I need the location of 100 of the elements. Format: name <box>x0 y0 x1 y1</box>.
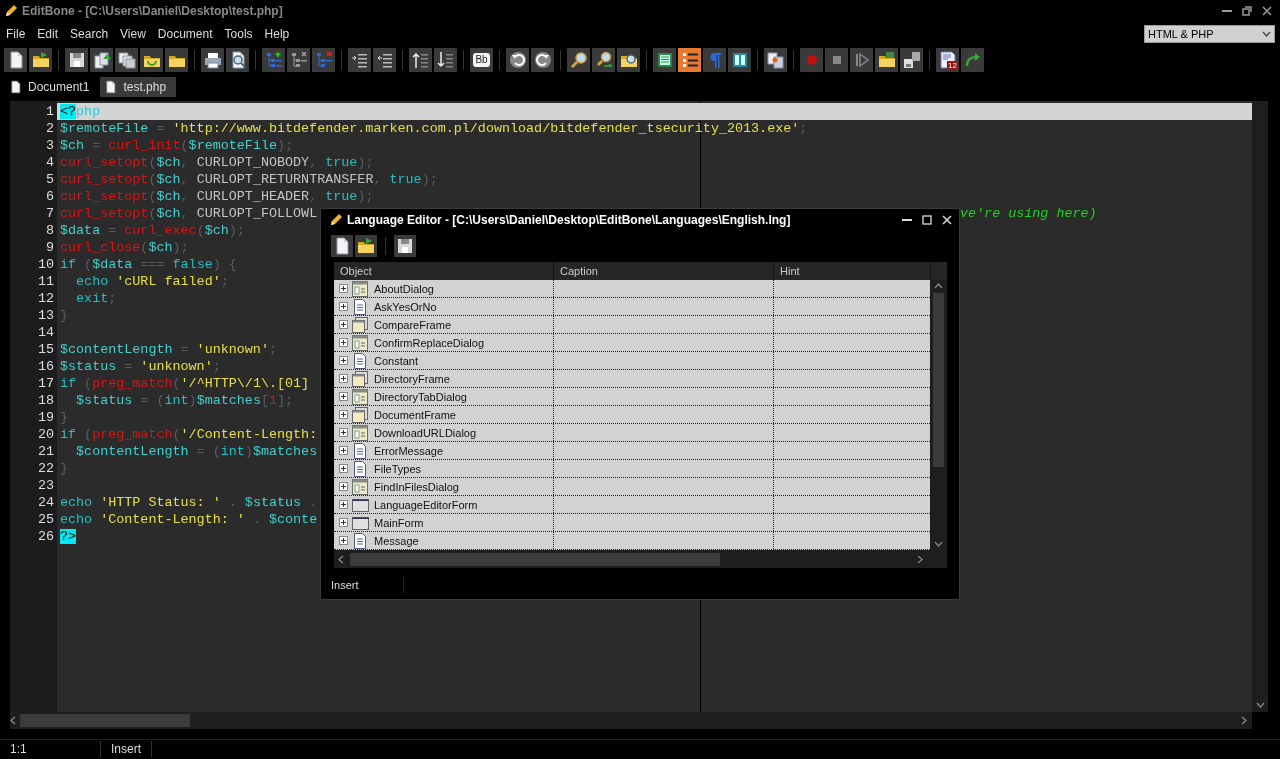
scroll-down-icon <box>933 541 943 547</box>
outdent-icon <box>375 51 394 69</box>
line-number: 16 <box>36 358 54 375</box>
dialog-window-icon <box>351 333 369 352</box>
toolbar-button[interactable] <box>875 48 898 72</box>
toolbar-button[interactable] <box>65 48 88 72</box>
toolbar-button[interactable]: Bb <box>470 48 493 72</box>
line-number: 8 <box>44 222 54 239</box>
line-number: 6 <box>44 188 54 205</box>
page-icon <box>333 237 351 255</box>
folder-arrow-icon <box>357 237 375 255</box>
line-number: 20 <box>36 426 54 443</box>
expand-icon <box>339 392 348 401</box>
code-line: $status = 'unknown'; <box>60 359 221 374</box>
code-line: echo 'Content-Length: ' . $conte <box>60 512 318 527</box>
calendar-icon <box>938 51 957 69</box>
toolbar-button[interactable] <box>900 48 923 72</box>
toolbar-button[interactable] <box>4 48 27 72</box>
scroll-right-icon <box>1241 716 1247 725</box>
toolbar-button[interactable] <box>409 48 432 72</box>
toolbar-button[interactable] <box>678 48 701 72</box>
pencil-icon <box>329 213 343 227</box>
status-text: Insert <box>321 577 404 593</box>
menu-item[interactable]: Help <box>258 27 296 41</box>
toolbar-button[interactable] <box>29 48 52 72</box>
code-line: curl_setopt($ch, CURLOPT_FOLLOWL <box>60 206 318 221</box>
line-number: 14 <box>36 324 54 341</box>
toolbar-button[interactable] <box>165 48 188 72</box>
expand-icon <box>339 500 348 509</box>
file-tab[interactable]: test.php <box>100 77 177 97</box>
toolbar-button[interactable] <box>617 48 640 72</box>
menu-item[interactable]: Document <box>151 27 219 41</box>
toolbar-button[interactable] <box>140 48 163 72</box>
page-icon <box>104 79 118 95</box>
line-number: 13 <box>36 307 54 324</box>
close-button[interactable] <box>1260 4 1274 18</box>
floppy-film-icon <box>902 51 921 69</box>
toolbar-button[interactable] <box>90 48 113 72</box>
toolbar-button[interactable] <box>373 48 396 72</box>
toolbar-button[interactable] <box>115 48 138 72</box>
expand-icon <box>339 302 348 311</box>
dialog-window-icon <box>351 423 369 442</box>
toolbar-button[interactable] <box>531 48 554 72</box>
scrollbar-thumb[interactable] <box>932 293 944 467</box>
toolbar-button[interactable] <box>653 48 676 72</box>
menu-item[interactable]: Tools <box>218 27 259 41</box>
toolbar-button[interactable] <box>394 235 416 257</box>
scrollbar-thumb[interactable] <box>20 714 190 727</box>
code-line: if (preg_match('/Content-Length: <box>60 427 318 442</box>
toolbar-button[interactable] <box>506 48 529 72</box>
menu-item[interactable]: Edit <box>31 27 65 41</box>
toolbar-button[interactable] <box>331 235 353 257</box>
expand-icon <box>339 428 348 437</box>
line-number: 22 <box>36 460 54 477</box>
line-number: 25 <box>36 511 54 528</box>
scroll-left-icon <box>10 716 16 725</box>
code-line: $contentLength = (int)$matches <box>75 444 318 459</box>
line-number: 18 <box>36 392 54 409</box>
toolbar-button[interactable] <box>567 48 590 72</box>
toolbar-button[interactable] <box>355 235 377 257</box>
menu-item[interactable]: File <box>0 27 32 41</box>
line-number: 9 <box>44 239 54 256</box>
minimize-icon <box>1222 10 1232 12</box>
page-icon <box>351 531 369 550</box>
line-number: 11 <box>36 273 54 290</box>
sort-down-icon <box>436 51 455 69</box>
columns-icon <box>730 51 749 69</box>
toolbar-button[interactable] <box>764 48 787 72</box>
page-icon <box>351 351 369 370</box>
code-line: curl_setopt($ch, CURLOPT_NOBODY, true); <box>60 155 374 170</box>
status-text: 1:1 <box>0 741 101 757</box>
toolbar-button[interactable] <box>728 48 751 72</box>
floppy-icon <box>67 51 86 69</box>
toolbar-button[interactable]: 12 <box>936 48 959 72</box>
toolbar-button[interactable] <box>592 48 615 72</box>
restore-button[interactable] <box>1240 4 1254 18</box>
line-number: 1 <box>44 103 54 120</box>
expand-icon <box>339 446 348 455</box>
maximize-icon <box>922 215 932 225</box>
toolbar-button[interactable] <box>434 48 457 72</box>
highlighter-dropdown[interactable]: HTML & PHP <box>1144 25 1275 43</box>
chevron-down-icon <box>1262 31 1271 37</box>
maximize-button[interactable] <box>921 214 933 226</box>
minimize-button[interactable] <box>901 218 913 222</box>
expand-icon <box>339 284 348 293</box>
toolbar-button[interactable] <box>348 48 371 72</box>
expand-icon <box>339 464 348 473</box>
code-comment: ve're using here) <box>960 205 1097 222</box>
toolbar-button[interactable] <box>226 48 249 72</box>
expand-icon <box>339 374 348 383</box>
code-line: curl_setopt($ch, CURLOPT_HEADER, true); <box>60 189 374 204</box>
code-line: if ($data === false) { <box>60 257 237 272</box>
toolbar-button[interactable] <box>201 48 224 72</box>
menu-item[interactable]: Search <box>64 27 115 41</box>
code-line: exit; <box>75 291 117 306</box>
scrollbar-thumb[interactable] <box>350 552 720 566</box>
line-number: 10 <box>36 256 54 273</box>
tree-list-icon <box>314 51 333 69</box>
menu-item[interactable]: View <box>114 27 152 41</box>
close-button[interactable] <box>941 214 953 226</box>
